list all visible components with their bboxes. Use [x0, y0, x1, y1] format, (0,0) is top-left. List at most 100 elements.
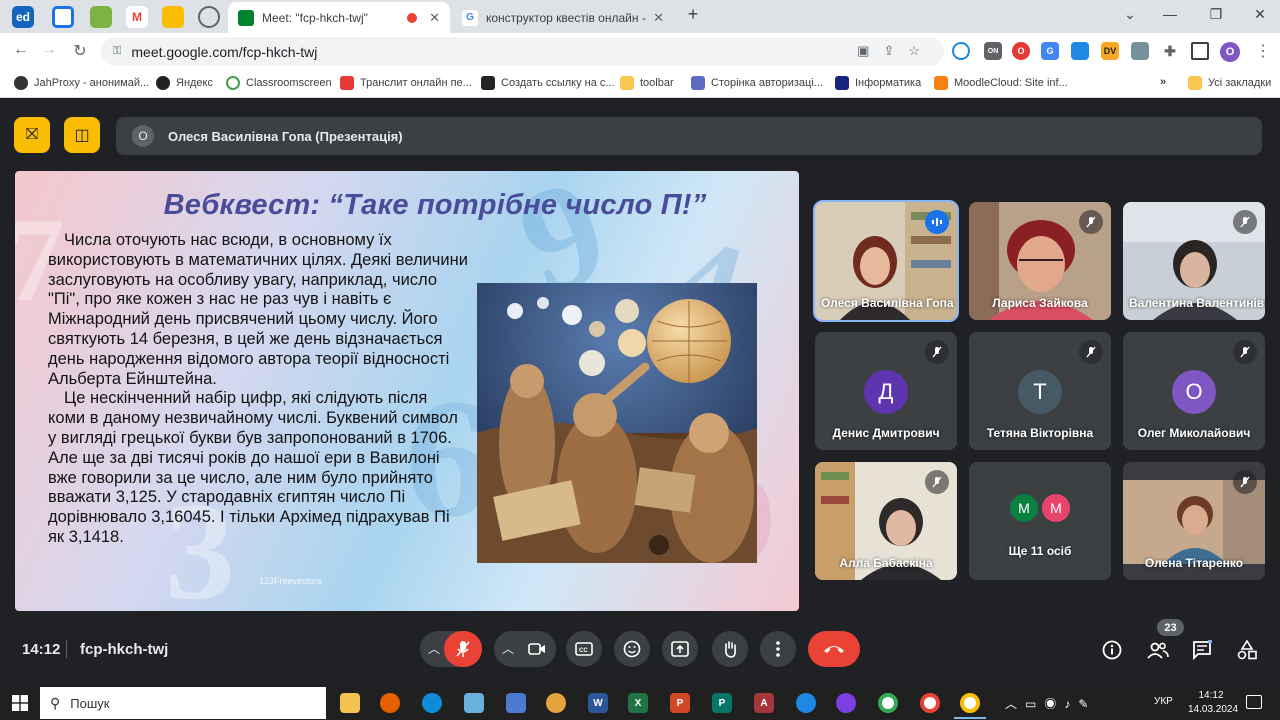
omnibox-icons[interactable]: ▣⇪☆ [857, 43, 934, 59]
presenter-bar: О Олеся Василівна Гопа (Презентація) [116, 117, 1262, 155]
chrome-active-icon[interactable] [960, 693, 980, 713]
bookmark-auth[interactable]: Сторінка авторизаці... [691, 76, 823, 90]
leave-call-button[interactable] [808, 631, 860, 667]
bookmark-moodle[interactable]: MoodleCloud: Site inf... [934, 76, 1068, 90]
excel-icon[interactable]: X [628, 693, 648, 713]
participant-tile[interactable]: Т Тетяна Вікторівна [969, 332, 1111, 450]
bookmark-yandex[interactable]: Яндекс [156, 76, 213, 90]
windows-start-icon[interactable] [12, 695, 28, 711]
edge-icon[interactable] [422, 693, 442, 713]
calculator-icon[interactable] [506, 693, 526, 713]
all-bookmarks[interactable]: Усі закладки [1188, 76, 1271, 90]
participant-tile[interactable]: О Олег Миколайович [1123, 332, 1265, 450]
people-icon[interactable] [1146, 638, 1170, 662]
active-app-indicator [954, 717, 986, 719]
mic-toggle-button[interactable] [444, 631, 482, 667]
slide-paragraph: Це нескінченний набір цифр, які слідують… [48, 389, 458, 546]
maximize-icon[interactable]: ❐ [1206, 6, 1226, 23]
bookmark-jahproxy[interactable]: JahProxy - анонимай... [14, 76, 149, 90]
bookmark-classroomscreen[interactable]: Classroomscreen [226, 76, 332, 90]
close-icon[interactable]: ✕ [429, 10, 440, 26]
pinned-tab-edu[interactable]: ed [12, 6, 34, 28]
raise-hand-button[interactable] [712, 631, 748, 667]
bookmark-translit[interactable]: Транслит онлайн пе... [340, 76, 472, 90]
chrome-icon[interactable] [878, 693, 898, 713]
bookmark-qr[interactable]: Создать ссылку на с... [481, 76, 615, 90]
participant-tile[interactable]: Лариса Зайкова [969, 202, 1111, 320]
pinned-tab-circle[interactable] [52, 6, 74, 28]
taskbar-search[interactable]: ⚲ Пошук [40, 687, 326, 719]
pinned-tab-classroom[interactable] [90, 6, 112, 28]
extension-dv-icon[interactable]: DV [1101, 42, 1119, 60]
others-tile[interactable]: ММ Ще 11 осіб [969, 462, 1111, 580]
access-icon[interactable]: A [754, 693, 774, 713]
bookmark-toolbar[interactable]: toolbar [620, 76, 674, 90]
participant-tile[interactable]: Олеся Василівна Гопа [813, 200, 959, 322]
menu-icon[interactable]: ⋮ [1252, 41, 1274, 61]
site-info-icon[interactable]: ⚿ [113, 45, 121, 58]
activities-icon[interactable] [1235, 638, 1259, 662]
telegram-icon[interactable] [796, 693, 816, 713]
explorer-icon[interactable] [340, 693, 360, 713]
shield-icon[interactable] [1131, 42, 1149, 60]
tab-search[interactable]: G конструктор квестів онлайн - Пош ✕ [452, 2, 674, 33]
presentation-icon[interactable]: ◫ [64, 117, 100, 153]
all-bookmarks-label: Усі закладки [1208, 77, 1272, 89]
participant-tile[interactable]: Валентина Валентинівна [1123, 202, 1265, 320]
informatika-icon [835, 76, 849, 90]
participant-tile[interactable]: Алла Бабаскіна [815, 462, 957, 580]
chat-icon[interactable] [1190, 638, 1214, 662]
forward-icon[interactable]: → [38, 41, 60, 59]
more-options-button[interactable] [760, 631, 796, 667]
screen-icon[interactable] [1071, 42, 1089, 60]
word-icon[interactable]: W [588, 693, 608, 713]
paint-icon[interactable] [546, 693, 566, 713]
notebook-icon[interactable] [464, 693, 484, 713]
bookmark-label: JahProxy - анонимай... [34, 77, 150, 89]
address-bar[interactable]: ⚿ meet.google.com/fcp-hkch-twj ▣⇪☆ [101, 37, 944, 66]
participant-tile[interactable]: Д Денис Дмитрович [815, 332, 957, 450]
captions-button[interactable]: CC [566, 631, 602, 667]
input-language[interactable]: УКР [1154, 696, 1173, 707]
opera-icon[interactable]: O [1012, 42, 1030, 60]
back-icon[interactable]: ← [10, 41, 32, 59]
pinned-tab-alert[interactable] [162, 6, 184, 28]
extension-circle-icon[interactable] [952, 42, 970, 60]
chevron-up-icon[interactable]: ︿ [502, 640, 514, 657]
notifications-icon[interactable] [1246, 695, 1262, 709]
minimize-icon[interactable]: — [1160, 6, 1180, 22]
puzzle-icon[interactable]: ✚ [1161, 42, 1179, 60]
info-icon[interactable] [1100, 638, 1124, 662]
emoji-icon [623, 640, 641, 658]
sidebar-icon[interactable] [1191, 42, 1209, 60]
participant-tile[interactable]: Олена Тітаренко [1123, 462, 1265, 580]
reload-icon[interactable]: ↻ [69, 41, 91, 61]
close-icon[interactable]: ✕ [653, 10, 664, 26]
powerpoint-icon[interactable]: P [670, 693, 690, 713]
chevron-down-icon[interactable]: ⌄ [1120, 6, 1140, 23]
pinned-tab-gmail[interactable]: M [126, 6, 148, 28]
publisher-icon[interactable]: P [712, 693, 732, 713]
camera-toggle-button[interactable] [518, 631, 556, 667]
bookmarks-overflow-icon[interactable]: » [1160, 76, 1166, 88]
chevron-up-icon[interactable]: ︿ [428, 640, 440, 657]
firefox-icon[interactable] [380, 693, 400, 713]
bookmark-informatika[interactable]: Інформатика [835, 76, 921, 90]
taskbar-clock[interactable]: 14:12 14.03.2024 [1188, 689, 1238, 717]
pinned-tab-globe[interactable] [198, 6, 220, 28]
participant-name: Валентина Валентинівна [1129, 296, 1265, 310]
extension-on-icon[interactable]: ON [984, 42, 1002, 60]
new-tab-icon[interactable]: + [683, 4, 703, 25]
tab-meet[interactable]: Meet: "fcp-hkch-twj" ✕ [228, 2, 450, 33]
viber-icon[interactable] [836, 693, 856, 713]
translate-icon[interactable]: G [1041, 42, 1059, 60]
reactions-button[interactable] [614, 631, 650, 667]
profile-avatar[interactable]: О [1220, 42, 1240, 62]
layout-off-icon[interactable]: ⛝ [14, 117, 50, 153]
system-tray[interactable]: ︿▭◉♪✎ [1005, 695, 1096, 712]
present-button[interactable] [662, 631, 698, 667]
window-close-icon[interactable]: ✕ [1250, 6, 1270, 23]
moodle-icon [934, 76, 948, 90]
chrome-profile-icon[interactable] [920, 693, 940, 713]
participant-avatar: О [1172, 370, 1216, 414]
